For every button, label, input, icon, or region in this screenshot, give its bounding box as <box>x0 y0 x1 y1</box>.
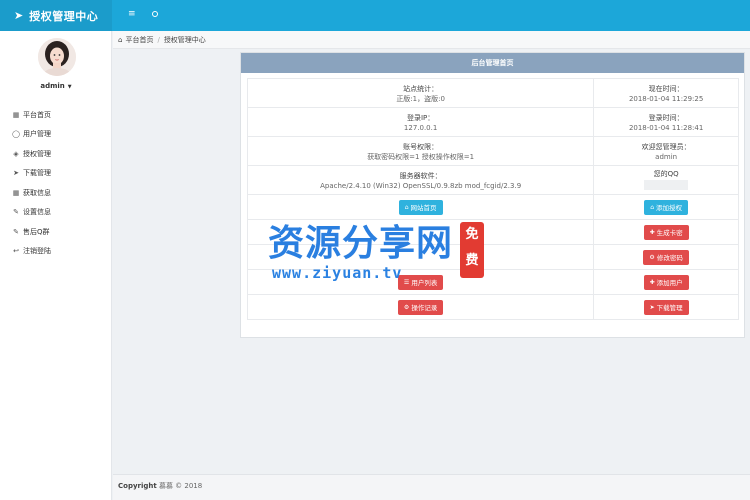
operation-log-button[interactable]: ⚙ 操作记录 <box>397 299 444 315</box>
add-auth-button[interactable]: ⌂ 添加授权 <box>644 199 689 215</box>
site-stats-label: 站点统计： <box>403 84 439 93</box>
footer: Copyright 慕慕 © 2018 <box>113 474 750 500</box>
user-icon: ◯ <box>12 130 20 139</box>
login-ip-value: 127.0.0.1 <box>403 123 438 132</box>
panel-title: 后台管理首页 <box>241 53 744 73</box>
home-icon: ⌂ <box>650 203 655 211</box>
edit-icon: ✎ <box>13 227 19 236</box>
change-password-button[interactable]: ⚙ 修改密码 <box>643 249 689 265</box>
welcome-cell: 欢迎您管理员： admin <box>593 136 739 166</box>
logout-icon: ↩ <box>13 247 19 256</box>
dashboard-panel: 后台管理首页 站点统计： 正版:1，盗版:0 现在时间： 2018-01-04 … <box>240 52 745 338</box>
permissions-label: 账号权限： <box>403 142 439 151</box>
sidebar: admin ▼ ▦ 平台首页 ◯ 用户管理 ◈ 授权管理 ➤ 下载管理 ▦ 获取信息 ✎ 设置… <box>0 31 112 500</box>
qq-value <box>644 179 689 190</box>
rocket-icon: ➤ <box>13 169 19 178</box>
sidebar-item-users[interactable]: ◯ 用户管理 <box>0 125 112 145</box>
breadcrumb: ⌂ 平台首页 / 授权管理中心 <box>113 31 750 49</box>
edit-icon: ✎ <box>13 208 19 217</box>
admin-dropdown[interactable]: admin ▼ <box>0 82 112 90</box>
sidebar-item-label: 设置信息 <box>23 208 51 217</box>
breadcrumb-home[interactable]: 平台首页 <box>125 35 153 45</box>
login-time-value: 2018-01-04 11:28:41 <box>628 123 704 132</box>
sidebar-item-logout[interactable]: ↩ 注销登陆 <box>0 242 112 262</box>
sidebar-item-label: 用户管理 <box>23 130 51 139</box>
top-navbar: ➤ 授权管理中心 ≡ <box>0 0 750 31</box>
breadcrumb-current: 授权管理中心 <box>163 35 206 44</box>
sidebar-item-label: 平台首页 <box>23 110 51 119</box>
permissions-cell: 账号权限： 获取密码权限=1 授权操作权限=1 <box>246 136 595 166</box>
sidebar-item-downloads[interactable]: ➤ 下载管理 <box>0 164 112 184</box>
copyright-label: Copyright <box>118 482 157 490</box>
server-cell: 服务器软件： Apache/2.4.10 (Win32) OpenSSL/0.9… <box>246 165 595 195</box>
site-stats-cell: 站点统计： 正版:1，盗版:0 <box>246 78 595 108</box>
caret-down-icon: ▼ <box>67 84 72 90</box>
gear-icon: ⚙ <box>403 303 410 311</box>
add-user-button[interactable]: ✚ 添加用户 <box>643 274 689 290</box>
app-title: 授权管理中心 <box>29 9 99 23</box>
current-time-value: 2018-01-04 11:29:25 <box>628 94 704 103</box>
permissions-value: 获取密码权限=1 授权操作权限=1 <box>367 152 475 161</box>
plus-icon: ✚ <box>649 228 655 236</box>
home-icon: ⌂ <box>118 35 123 44</box>
login-time-label: 登录时间： <box>648 113 684 122</box>
breadcrumb-separator: / <box>157 35 160 44</box>
info-table: 站点统计： 正版:1，盗版:0 现在时间： 2018-01-04 11:29:2… <box>246 78 739 320</box>
grid-icon: ▦ <box>12 110 20 119</box>
sidebar-nav: ▦ 平台首页 ◯ 用户管理 ◈ 授权管理 ➤ 下载管理 ▦ 获取信息 ✎ 设置信息 ✎ 售后Q… <box>0 105 112 261</box>
sidebar-item-home[interactable]: ▦ 平台首页 <box>0 105 112 125</box>
sidebar-item-settings[interactable]: ✎ 设置信息 <box>0 203 112 223</box>
grid-icon: ▦ <box>12 188 20 197</box>
qq-cell: 您的QQ <box>593 165 739 195</box>
gear-icon: ⚙ <box>649 253 655 261</box>
download-management-button[interactable]: ➤ 下载管理 <box>643 299 689 315</box>
plus-icon: ✚ <box>649 278 655 286</box>
avatar <box>38 38 76 76</box>
login-ip-label: 登录IP： <box>406 113 435 122</box>
menu-toggle-icon[interactable]: ≡ <box>128 9 136 19</box>
sidebar-item-qq-group[interactable]: ✎ 售后Q群 <box>0 222 112 242</box>
server-value: Apache/2.4.10 (Win32) OpenSSL/0.9.8zb mo… <box>320 181 522 190</box>
current-time-label: 现在时间： <box>648 84 684 93</box>
login-ip-cell: 登录IP： 127.0.0.1 <box>246 107 595 137</box>
user-icon[interactable] <box>152 9 158 19</box>
sidebar-item-info[interactable]: ▦ 获取信息 <box>0 183 112 203</box>
rocket-icon: ➤ <box>14 9 24 22</box>
welcome-label: 欢迎您管理员： <box>641 142 691 151</box>
home-icon: ⌂ <box>404 203 409 211</box>
sidebar-item-label: 授权管理 <box>23 149 51 158</box>
qq-label: 您的QQ <box>653 169 679 178</box>
sidebar-item-label: 售后Q群 <box>23 227 50 236</box>
sidebar-item-auth[interactable]: ◈ 授权管理 <box>0 144 112 164</box>
arrow-icon: ➤ <box>649 303 655 311</box>
copyright-text: 慕慕 © 2018 <box>158 482 203 490</box>
admin-name: admin <box>40 82 65 90</box>
site-home-button[interactable]: ⌂ 网站首页 <box>398 199 443 215</box>
list-icon: ☰ <box>403 278 410 286</box>
generate-card-button[interactable]: ✚ 生成卡密 <box>643 224 689 240</box>
server-label: 服务器软件： <box>399 171 442 180</box>
brand[interactable]: ➤ 授权管理中心 <box>0 0 112 31</box>
sidebar-item-label: 注销登陆 <box>23 247 51 256</box>
welcome-value: admin <box>655 152 678 161</box>
current-time-cell: 现在时间： 2018-01-04 11:29:25 <box>593 78 739 108</box>
login-time-cell: 登录时间： 2018-01-04 11:28:41 <box>593 107 739 137</box>
layers-icon: ◈ <box>13 149 19 158</box>
watermark-stamp: 免费 <box>460 222 484 278</box>
sidebar-item-label: 下载管理 <box>23 169 51 178</box>
user-list-button[interactable]: ☰ 用户列表 <box>397 274 444 290</box>
site-stats-value: 正版:1，盗版:0 <box>396 94 445 103</box>
sidebar-item-label: 获取信息 <box>23 188 51 197</box>
